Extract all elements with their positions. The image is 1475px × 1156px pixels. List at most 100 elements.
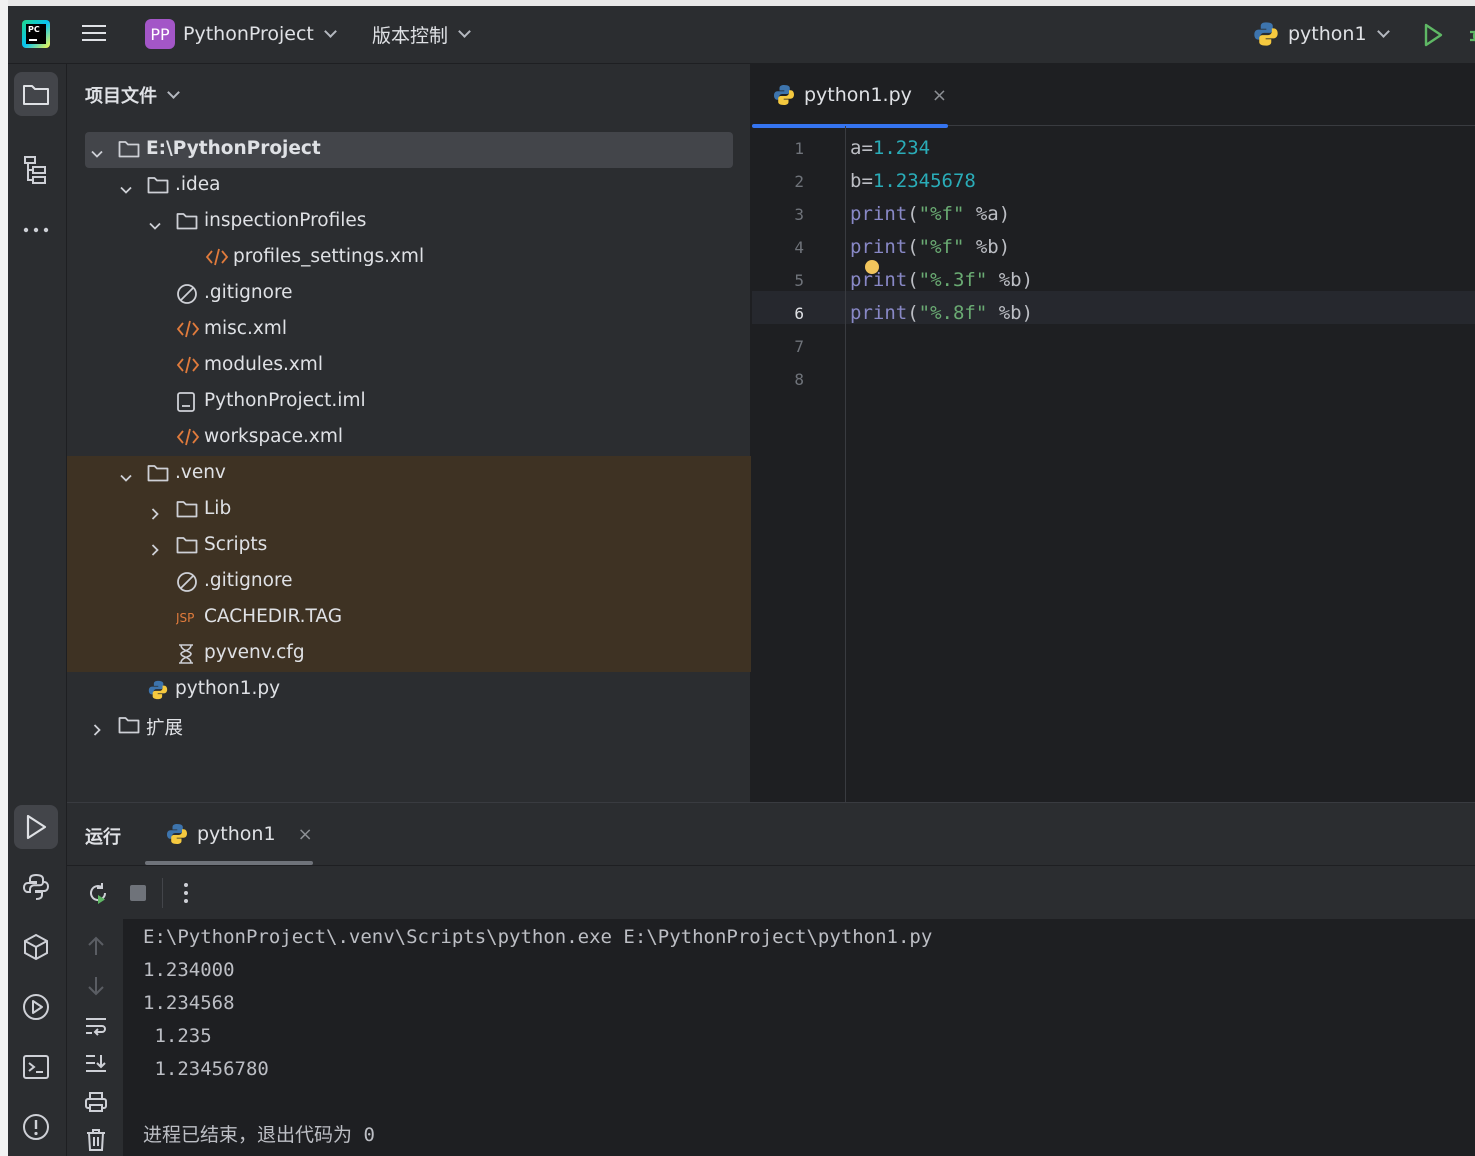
tree-item-label: misc.xml	[204, 318, 287, 339]
tree-item[interactable]: inspectionProfiles	[67, 204, 751, 240]
project-panel: 项目文件 E:\PythonProject .idea inspectionProf…	[67, 64, 751, 802]
tree-item[interactable]: .gitignore	[67, 564, 751, 600]
tree-item[interactable]: .idea	[67, 168, 751, 204]
console-line: 1.234000	[143, 959, 235, 981]
editor-tab-bar: python1.py ×	[752, 64, 1475, 128]
tree-item[interactable]: .venv	[67, 456, 751, 492]
console-line: 1.234568	[143, 992, 235, 1014]
ignore-file-icon	[176, 571, 198, 593]
code-string: "%f"	[918, 203, 965, 225]
editor: python1.py × 12345678 a=1.234 b=1.2345678…	[752, 64, 1475, 802]
tree-item[interactable]: 扩展	[67, 708, 751, 744]
chevron-down-icon[interactable]	[120, 180, 132, 194]
tree-item-label: Lib	[204, 498, 232, 519]
tree-item[interactable]: modules.xml	[67, 348, 751, 384]
run-tab-python1[interactable]: python1 ×	[145, 803, 313, 865]
tree-item-label: inspectionProfiles	[204, 210, 367, 231]
tree-item[interactable]: python1.py	[67, 672, 751, 708]
vcs-menu[interactable]: 版本控制	[372, 17, 471, 51]
print-icon[interactable]	[81, 1087, 111, 1117]
background-window-edge	[0, 0, 8, 1156]
close-icon[interactable]: ×	[932, 85, 947, 106]
scroll-to-end-icon[interactable]	[81, 1049, 111, 1079]
more-icon[interactable]	[14, 208, 58, 252]
project-panel-header[interactable]: 项目文件	[85, 82, 180, 108]
code-text: %b)	[987, 302, 1034, 324]
chevron-down-icon[interactable]	[149, 216, 161, 230]
code-number: 1.234	[872, 137, 931, 159]
chevron-right-icon[interactable]	[149, 504, 161, 520]
xml-file-icon	[205, 247, 229, 269]
structure-icon[interactable]	[14, 148, 58, 192]
tree-item-label: pyvenv.cfg	[204, 642, 305, 663]
tree-item[interactable]: .gitignore	[67, 276, 751, 312]
code-function: print	[850, 203, 908, 225]
debug-icon[interactable]	[1466, 20, 1475, 50]
stop-icon[interactable]	[123, 878, 153, 908]
project-switcher[interactable]: PP PythonProject	[145, 17, 337, 51]
code-text: (	[907, 236, 919, 258]
python-packages-icon[interactable]	[14, 925, 58, 969]
services-icon[interactable]	[14, 985, 58, 1029]
problems-icon[interactable]	[14, 1105, 58, 1149]
code-function: print	[850, 236, 908, 258]
run-icon[interactable]	[1418, 20, 1448, 50]
intention-bulb-icon[interactable]	[865, 260, 879, 274]
console-output[interactable]: E:\PythonProject\.venv\Scripts\python.ex…	[143, 919, 1463, 1156]
code-text: %b)	[987, 269, 1034, 291]
pycharm-logo[interactable]: PC	[22, 20, 50, 48]
folder-icon[interactable]	[14, 72, 58, 116]
rerun-icon[interactable]	[83, 878, 113, 908]
xml-file-icon	[176, 319, 200, 341]
chevron-down-icon[interactable]	[91, 144, 103, 158]
xml-file-icon	[176, 427, 200, 449]
title-bar: PC PP PythonProject 版本控制 python1	[8, 6, 1475, 64]
tree-item-label: E:\PythonProject	[146, 138, 321, 159]
terminal-icon[interactable]	[14, 1045, 58, 1089]
code-text: b=	[850, 170, 873, 192]
code-line: print("%f" %a)	[850, 198, 1010, 231]
run-tool-icon[interactable]	[14, 805, 58, 849]
tree-item[interactable]: PythonProject.iml	[67, 384, 751, 420]
down-arrow-icon[interactable]	[81, 971, 111, 1001]
tree-item[interactable]: pyvenv.cfg	[67, 636, 751, 672]
tree-item[interactable]: profiles_settings.xml	[67, 240, 751, 276]
project-panel-title: 项目文件	[85, 86, 157, 107]
soft-wrap-icon[interactable]	[81, 1011, 111, 1041]
line-number: 6	[794, 304, 804, 323]
code-area[interactable]: a=1.234 b=1.2345678 print("%f" %a) print("%…	[850, 126, 1475, 802]
jsp-file-icon: JSP	[175, 607, 198, 629]
hamburger-icon[interactable]	[78, 20, 110, 48]
tab-python1-py[interactable]: python1.py ×	[752, 64, 948, 128]
chevron-right-icon[interactable]	[91, 720, 103, 736]
tree-item[interactable]: Scripts	[67, 528, 751, 564]
line-number: 7	[794, 337, 804, 356]
chevron-down-icon	[458, 25, 471, 38]
tree-item[interactable]: JSP CACHEDIR.TAG	[67, 600, 751, 636]
close-icon[interactable]: ×	[298, 824, 313, 845]
chevron-down-icon	[167, 86, 180, 99]
folder-icon	[118, 715, 140, 737]
python-file-icon	[147, 679, 169, 701]
more-vertical-icon[interactable]	[171, 878, 201, 908]
chevron-right-icon[interactable]	[149, 540, 161, 556]
up-arrow-icon[interactable]	[81, 931, 111, 961]
tree-item-label: CACHEDIR.TAG	[204, 606, 343, 627]
python-console-icon[interactable]	[14, 865, 58, 909]
code-line: print("%.8f" %b)	[850, 297, 1033, 330]
folder-icon	[176, 535, 198, 557]
trash-icon[interactable]	[81, 1125, 111, 1155]
tree-item[interactable]: E:\PythonProject	[67, 132, 751, 168]
tree-item[interactable]: misc.xml	[67, 312, 751, 348]
run-tab-label: python1	[197, 823, 276, 845]
code-text: (	[907, 269, 919, 291]
tree-item[interactable]: workspace.xml	[67, 420, 751, 456]
tab-label: python1.py	[804, 84, 912, 106]
run-config-selector[interactable]: python1	[1252, 17, 1390, 51]
chevron-down-icon[interactable]	[120, 468, 132, 482]
tree-item-label: .idea	[175, 174, 221, 195]
folder-icon	[147, 175, 169, 197]
project-badge: PP	[145, 19, 175, 49]
config-file-icon	[176, 643, 198, 665]
tree-item[interactable]: Lib	[67, 492, 751, 528]
